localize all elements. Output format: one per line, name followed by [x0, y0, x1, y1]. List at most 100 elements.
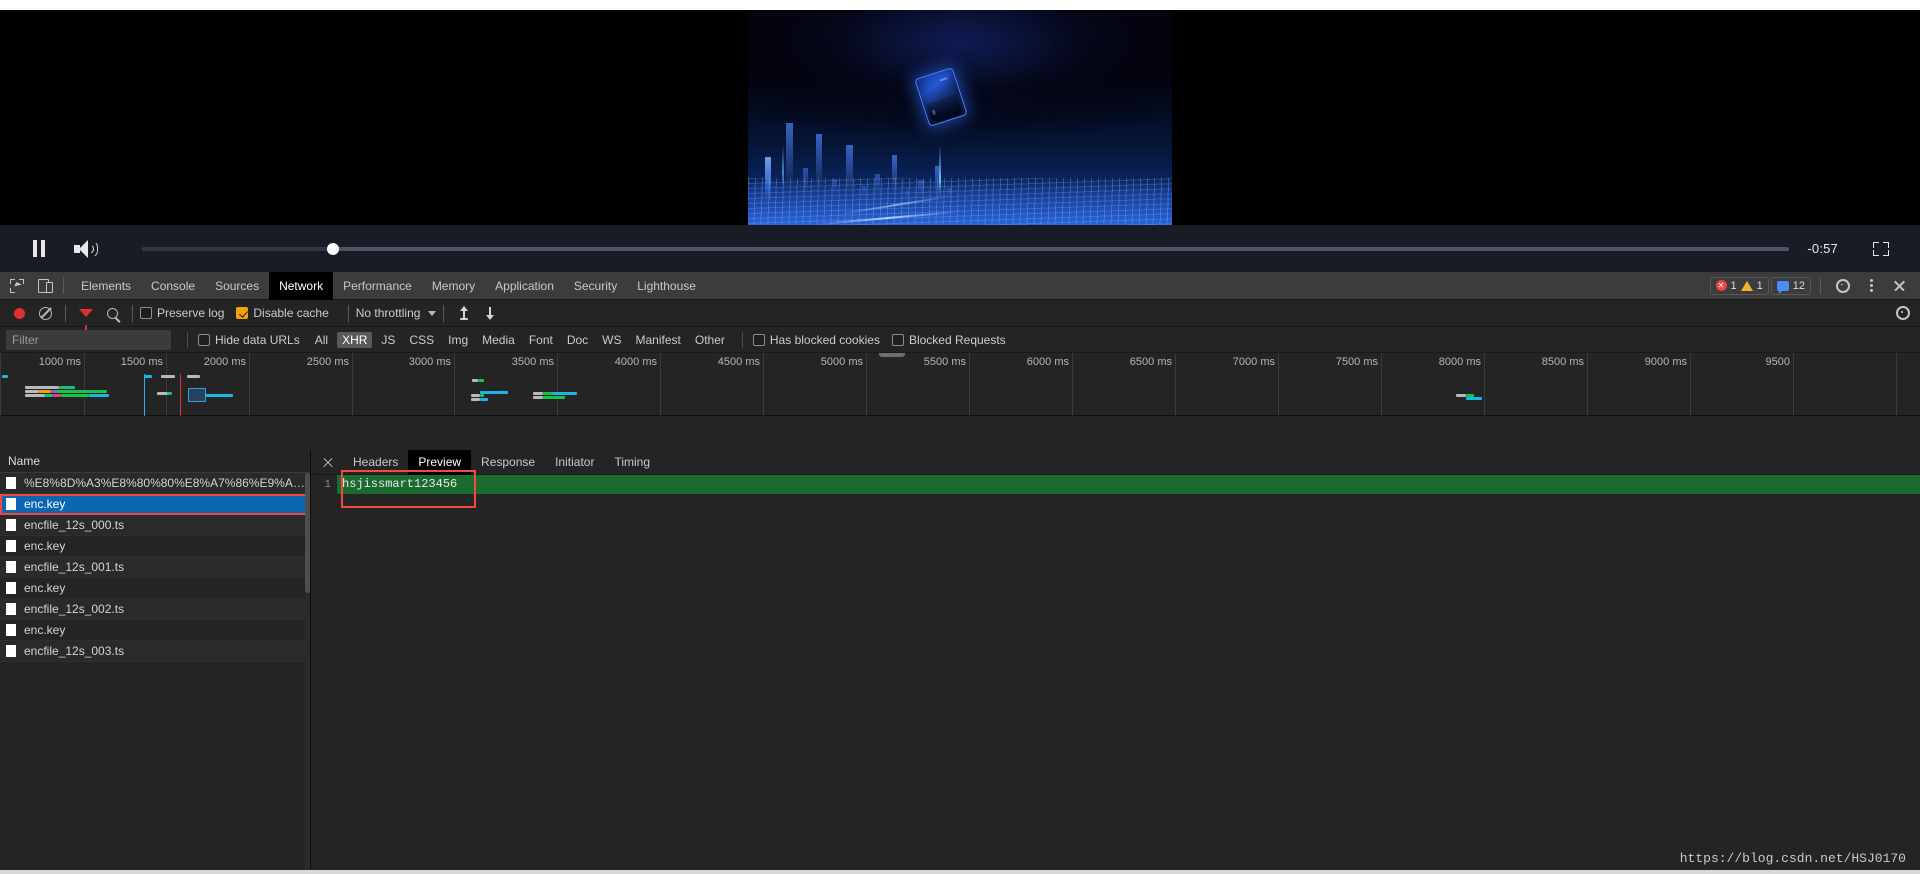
overview-drag-handle[interactable] [879, 353, 905, 357]
disable-cache-checkbox[interactable] [236, 307, 248, 319]
table-row[interactable]: enc.key [0, 494, 310, 515]
error-icon: ✕ [1716, 280, 1727, 291]
filter-type-css[interactable]: CSS [404, 332, 439, 348]
filter-input[interactable] [6, 330, 171, 350]
filter-type-media[interactable]: Media [477, 332, 520, 348]
waterfall-bar [167, 392, 172, 395]
filter-toggle-button[interactable] [73, 300, 99, 326]
filter-type-js[interactable]: JS [376, 332, 400, 348]
more-options-button[interactable] [1858, 273, 1884, 299]
tab-performance[interactable]: Performance [333, 272, 422, 300]
download-icon [484, 306, 496, 320]
inspect-element-button[interactable] [4, 273, 30, 299]
table-row[interactable]: encfile_12s_002.ts [0, 599, 310, 620]
request-name: enc.key [24, 539, 65, 553]
detail-tab-initiator[interactable]: Initiator [545, 450, 604, 475]
hide-data-urls-label[interactable]: Hide data URLs [215, 333, 300, 347]
message-counter[interactable]: 12 [1771, 277, 1811, 295]
detail-tab-timing[interactable]: Timing [604, 450, 660, 475]
filter-type-font[interactable]: Font [524, 332, 558, 348]
page-top-edge [0, 0, 1920, 10]
import-har-button[interactable] [451, 300, 477, 326]
tab-network[interactable]: Network [269, 272, 333, 300]
tab-application[interactable]: Application [485, 272, 564, 300]
filter-type-xhr[interactable]: XHR [337, 332, 372, 348]
progress-played [142, 247, 333, 251]
export-har-button[interactable] [477, 300, 503, 326]
filter-type-all[interactable]: All [310, 332, 333, 348]
blocked-requests-label[interactable]: Blocked Requests [909, 333, 1006, 347]
toolbar-divider [63, 277, 64, 294]
tick-label: 3000 ms [409, 356, 451, 368]
table-row[interactable]: encfile_12s_001.ts [0, 557, 310, 578]
table-row[interactable]: encfile_12s_000.ts [0, 515, 310, 536]
clear-button[interactable] [32, 300, 58, 326]
detail-tab-preview[interactable]: Preview [408, 450, 471, 475]
tick-label: 1500 ms [121, 356, 163, 368]
message-count: 12 [1793, 280, 1805, 292]
devtools-tabbar: Elements Console Sources Network Perform… [0, 272, 1920, 300]
device-toolbar-button[interactable] [30, 273, 56, 299]
fullscreen-button[interactable] [1864, 232, 1898, 266]
kebab-menu-icon [1870, 279, 1873, 292]
throttling-select[interactable]: No throttling [356, 306, 437, 320]
video-stage[interactable] [0, 10, 1920, 225]
column-header-name[interactable]: Name [0, 450, 310, 473]
blocked-requests-checkbox[interactable] [892, 334, 904, 346]
close-detail-button[interactable] [321, 455, 335, 469]
filter-type-doc[interactable]: Doc [562, 332, 593, 348]
search-button[interactable] [99, 300, 125, 326]
overview-selection[interactable] [188, 388, 206, 402]
filter-type-other[interactable]: Other [690, 332, 730, 348]
tab-lighthouse[interactable]: Lighthouse [627, 272, 706, 300]
device-toolbar-icon [38, 279, 49, 293]
tab-console[interactable]: Console [141, 272, 205, 300]
preserve-log-checkbox[interactable] [140, 307, 152, 319]
video-control-bar: -0:57 [0, 225, 1920, 272]
volume-button[interactable] [68, 232, 102, 266]
network-panes: Name %E8%8D%A3%E8%80%80%E8%A7%86%E9%A2%9… [0, 450, 1920, 874]
tick-label: 5000 ms [821, 356, 863, 368]
tick-label: 8500 ms [1542, 356, 1584, 368]
request-detail-pane: Headers Preview Response Initiator Timin… [311, 450, 1920, 874]
has-blocked-cookies-checkbox[interactable] [753, 334, 765, 346]
record-button[interactable] [6, 300, 32, 326]
settings-button[interactable] [1830, 273, 1856, 299]
tick-label: 1000 ms [39, 356, 81, 368]
network-settings-button[interactable] [1894, 300, 1920, 326]
request-list-scrollbar[interactable] [305, 473, 310, 874]
video-progress-slider[interactable] [142, 247, 1789, 251]
pause-button[interactable] [22, 232, 56, 266]
table-row[interactable]: %E8%8D%A3%E8%80%80%E8%A7%86%E9%A2%9... [0, 473, 310, 494]
tick-label: 4500 ms [718, 356, 760, 368]
volume-icon [74, 240, 96, 258]
tab-sources[interactable]: Sources [205, 272, 269, 300]
preserve-log-label[interactable]: Preserve log [157, 306, 224, 320]
waterfall-bar [533, 396, 543, 399]
tab-memory[interactable]: Memory [422, 272, 485, 300]
file-icon [6, 498, 16, 510]
table-row[interactable]: enc.key [0, 620, 310, 641]
filter-type-img[interactable]: Img [443, 332, 473, 348]
table-row[interactable]: enc.key [0, 536, 310, 557]
tab-security[interactable]: Security [564, 272, 627, 300]
network-overview-timeline[interactable]: 500 ms 1000 ms 1500 ms 2000 ms 2500 ms 3… [0, 353, 1920, 416]
filter-type-ws[interactable]: WS [597, 332, 626, 348]
table-row[interactable]: encfile_12s_003.ts [0, 641, 310, 662]
table-row[interactable]: enc.key [0, 578, 310, 599]
close-devtools-button[interactable] [1886, 273, 1912, 299]
scrollbar-thumb[interactable] [305, 473, 310, 593]
disable-cache-label[interactable]: Disable cache [253, 306, 328, 320]
issue-counters[interactable]: ✕ 1 1 [1710, 277, 1769, 295]
upload-icon [458, 306, 470, 320]
filter-type-manifest[interactable]: Manifest [631, 332, 686, 348]
detail-tab-response[interactable]: Response [471, 450, 545, 475]
waterfall-bar [543, 396, 565, 399]
preview-content[interactable]: 1 hsjissmart123456 https://blog.csdn.net… [311, 475, 1920, 874]
detail-tab-headers[interactable]: Headers [343, 450, 408, 475]
has-blocked-cookies-label[interactable]: Has blocked cookies [770, 333, 880, 347]
request-name: encfile_12s_001.ts [24, 560, 124, 574]
hide-data-urls-checkbox[interactable] [198, 334, 210, 346]
progress-handle[interactable] [327, 243, 339, 255]
tab-elements[interactable]: Elements [71, 272, 141, 300]
